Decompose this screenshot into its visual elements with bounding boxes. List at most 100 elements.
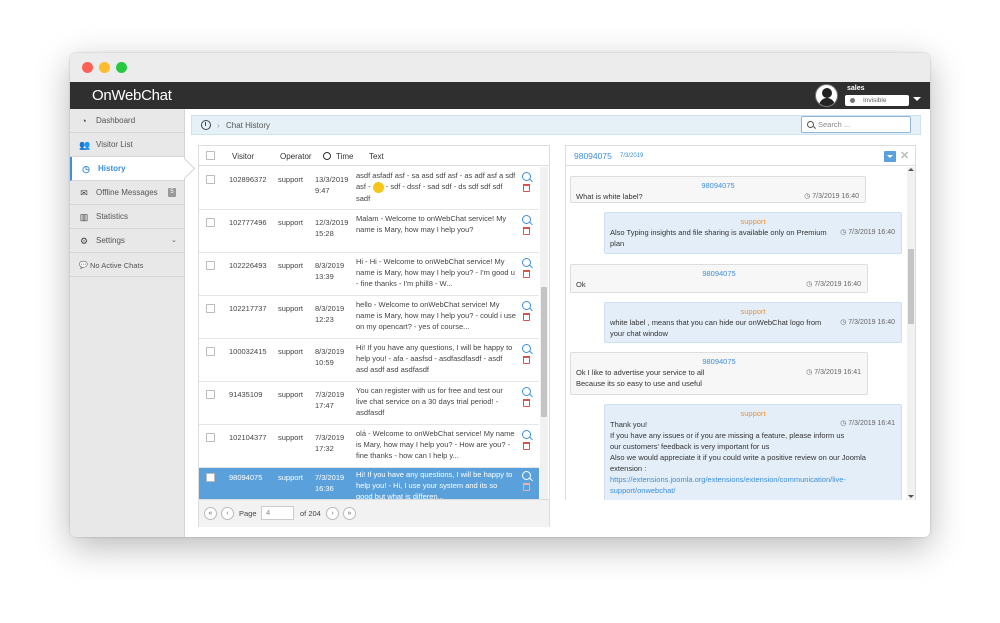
message-link[interactable]: support/onwebchat/ (610, 485, 896, 496)
message-time: ◷ 7/3/2019 16:40 (840, 229, 895, 236)
header-visitor[interactable]: Visitor (232, 152, 254, 161)
view-chat-icon[interactable] (522, 258, 531, 267)
table-row[interactable]: 102104377 support 7/3/2019 17:32 olá - We… (199, 425, 539, 468)
sidebar-item-history[interactable]: ◷ History (70, 157, 184, 181)
delete-chat-icon[interactable] (523, 313, 530, 321)
select-all-checkbox[interactable] (206, 151, 215, 160)
sidebar-item-statistics[interactable]: ▥ Statistics (70, 205, 184, 229)
sidebar-item-dashboard[interactable]: ◔ Dashboard (70, 109, 184, 133)
page-input[interactable]: 4 (261, 506, 294, 520)
scrollbar-thumb[interactable] (908, 249, 914, 324)
sidebar-item-settings[interactable]: ⚙ Settings ⌄ (70, 229, 184, 253)
last-page-button[interactable]: » (343, 507, 356, 520)
prev-page-button[interactable]: ‹ (221, 507, 234, 520)
header-operator[interactable]: Operator (280, 152, 312, 161)
row-checkbox[interactable] (206, 218, 215, 227)
search-input[interactable]: Search ... (801, 116, 911, 133)
next-page-button[interactable]: › (326, 507, 339, 520)
message-sender: support (740, 307, 766, 316)
chat-text: olá - Welcome to onWebChat service! My n… (356, 429, 515, 460)
table-row[interactable]: 102226493 support 8/3/2019 13:39 Hi - Hi … (199, 253, 539, 296)
row-checkbox[interactable] (206, 433, 215, 442)
delete-chat-icon[interactable] (523, 399, 530, 407)
operator-name: support (278, 347, 304, 356)
chat-history-list: Visitor Operator Time Text 102896372 sup… (198, 145, 550, 527)
visitor-message: 98094075 ◷ 7/3/2019 16:40 Ok (570, 264, 868, 293)
chat-scrollbar[interactable] (907, 167, 915, 500)
chat-time: 7/3/2019 17:47 (315, 390, 345, 410)
table-header: Visitor Operator Time Text (199, 146, 549, 166)
page-label: Page (239, 509, 257, 518)
table-row[interactable]: 102777496 support 12/3/2019 15:28 Malam -… (199, 210, 539, 253)
row-checkbox[interactable] (206, 304, 215, 313)
chat-time: 13/3/2019 9:47 (315, 175, 349, 195)
close-window-button[interactable] (82, 62, 93, 73)
close-icon[interactable]: ✕ (900, 149, 909, 162)
visitor-id: 91435109 (229, 390, 263, 399)
minimize-window-button[interactable] (99, 62, 110, 73)
operator-name: support (278, 390, 304, 399)
header-time[interactable]: Time (336, 152, 353, 161)
message-time: ◷ 7/3/2019 16:41 (806, 369, 861, 376)
scrollbar-thumb[interactable] (541, 287, 547, 417)
page-total: of 204 (300, 509, 321, 518)
user-menu-caret-icon[interactable] (913, 97, 921, 101)
search-placeholder: Search ... (818, 120, 851, 129)
row-checkbox[interactable] (206, 261, 215, 270)
scroll-down-icon[interactable] (908, 495, 914, 498)
delete-chat-icon[interactable] (523, 227, 530, 235)
sidebar-item-offline-messages[interactable]: ✉ Offline Messages 5 (70, 181, 184, 205)
sidebar-item-visitor-list[interactable]: 👥 Visitor List (70, 133, 184, 157)
visitor-id: 98094075 (229, 473, 263, 482)
operator-name: support (278, 175, 304, 184)
delete-chat-icon[interactable] (523, 442, 530, 450)
message-sender: support (740, 217, 766, 226)
view-chat-icon[interactable] (522, 301, 531, 310)
visitor-id: 100032415 (229, 347, 267, 356)
table-row[interactable]: 102896372 support 13/3/2019 9:47 asdf asf… (199, 167, 539, 210)
chat-text: Hi! If you have any questions, I will be… (356, 470, 513, 499)
message-time: ◷ 7/3/2019 16:41 (840, 420, 895, 427)
operator-name: support (278, 433, 304, 442)
table-row-selected[interactable]: 98094075 support 7/3/2019 16:36 Hi! If yo… (199, 468, 539, 499)
message-sender: 98094075 (702, 269, 736, 278)
view-chat-icon[interactable] (522, 344, 531, 353)
chat-bubble-icon: 💬 (79, 262, 88, 269)
delete-chat-icon[interactable] (523, 483, 530, 491)
header-text[interactable]: Text (369, 152, 384, 161)
user-name: sales (847, 85, 865, 92)
message-text: your chat window (610, 329, 668, 338)
view-chat-icon[interactable] (522, 430, 531, 439)
message-sender: 98094075 (702, 357, 736, 366)
delete-chat-icon[interactable] (523, 184, 530, 192)
status-dot-icon (850, 98, 855, 103)
sidebar-item-label: Settings (96, 236, 125, 245)
view-chat-icon[interactable] (522, 215, 531, 224)
delete-chat-icon[interactable] (523, 270, 530, 278)
sidebar-item-label: Offline Messages (96, 188, 158, 197)
row-checkbox[interactable] (206, 390, 215, 399)
view-chat-icon[interactable] (522, 471, 531, 480)
table-row[interactable]: 100032415 support 8/3/2019 10:59 Hi! If y… (199, 339, 539, 382)
table-row[interactable]: 91435109 support 7/3/2019 17:47 You can r… (199, 382, 539, 425)
view-chat-icon[interactable] (522, 387, 531, 396)
chat-options-button[interactable] (884, 151, 896, 162)
maximize-window-button[interactable] (116, 62, 127, 73)
visitor-id: 102896372 (229, 175, 267, 184)
list-scrollbar[interactable] (540, 167, 548, 499)
chat-text: Malam - Welcome to onWebChat service! My… (356, 214, 507, 234)
scroll-up-icon[interactable] (908, 168, 914, 171)
chat-time: 12/3/2019 15:28 (315, 218, 349, 238)
operator-name: support (278, 304, 304, 313)
row-checkbox[interactable] (206, 175, 215, 184)
table-row[interactable]: 102217737 support 8/3/2019 12:23 hello - … (199, 296, 539, 339)
row-checkbox[interactable] (206, 473, 215, 482)
first-page-button[interactable]: « (204, 507, 217, 520)
status-select[interactable]: Invisible (845, 95, 909, 106)
avatar[interactable] (815, 84, 838, 107)
message-link[interactable]: https://extensions.joomla.org/extensions… (610, 474, 896, 485)
view-chat-icon[interactable] (522, 172, 531, 181)
row-checkbox[interactable] (206, 347, 215, 356)
chat-time: 7/3/2019 17:32 (315, 433, 345, 453)
delete-chat-icon[interactable] (523, 356, 530, 364)
